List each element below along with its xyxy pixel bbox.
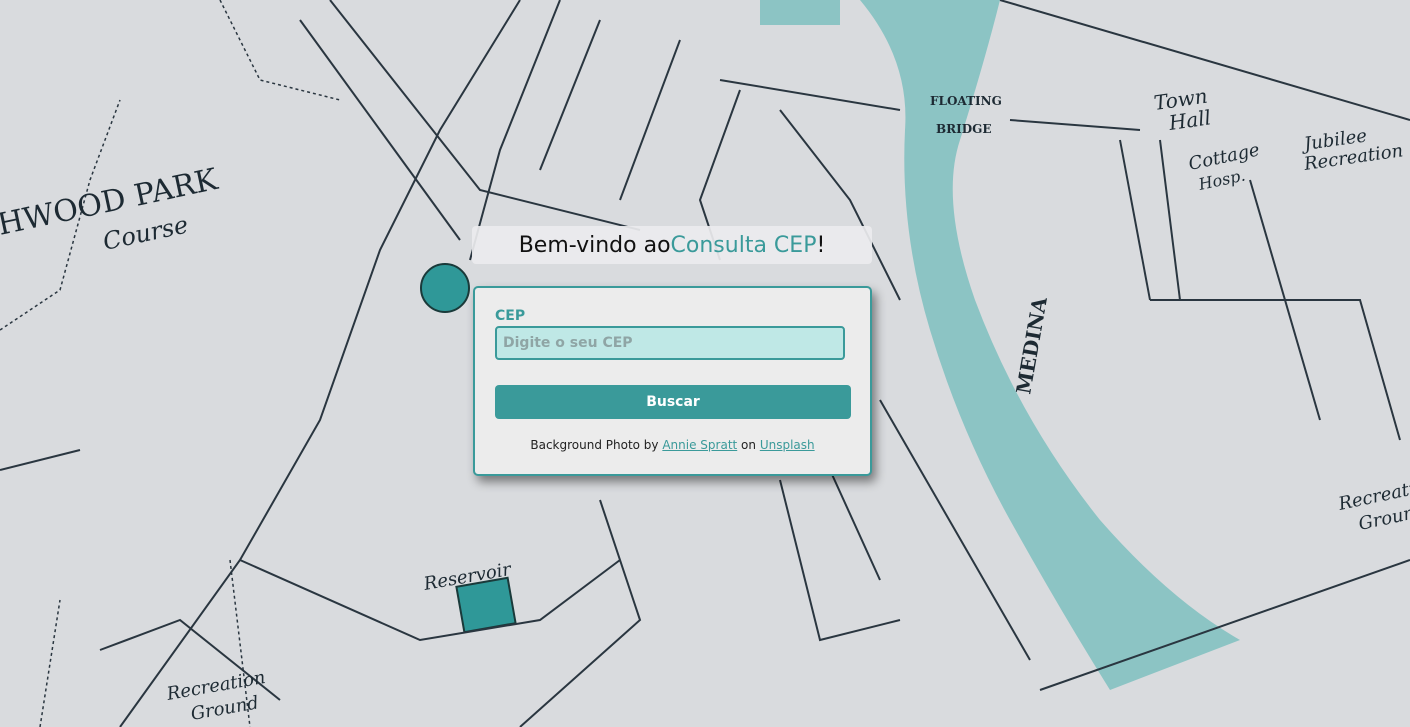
welcome-suffix: ! <box>816 232 826 258</box>
unsplash-link[interactable]: Unsplash <box>760 438 815 452</box>
brand-name: Consulta CEP <box>670 232 817 258</box>
cep-label: CEP <box>495 308 526 324</box>
search-card: CEP Buscar Background Photo by Annie Spr… <box>473 286 872 476</box>
credit-middle: on <box>737 438 760 452</box>
search-button[interactable]: Buscar <box>495 385 851 419</box>
svg-text:BRIDGE: BRIDGE <box>936 122 992 136</box>
photo-credit: Background Photo by Annie Spratt on Unsp… <box>475 438 870 452</box>
cep-input[interactable] <box>495 326 845 360</box>
welcome-heading: Bem-vindo ao Consulta CEP! <box>472 226 872 264</box>
svg-text:FLOATING: FLOATING <box>930 94 1002 108</box>
welcome-prefix: Bem-vindo ao <box>518 232 671 258</box>
author-link[interactable]: Annie Spratt <box>662 438 737 452</box>
credit-prefix: Background Photo by <box>530 438 663 452</box>
